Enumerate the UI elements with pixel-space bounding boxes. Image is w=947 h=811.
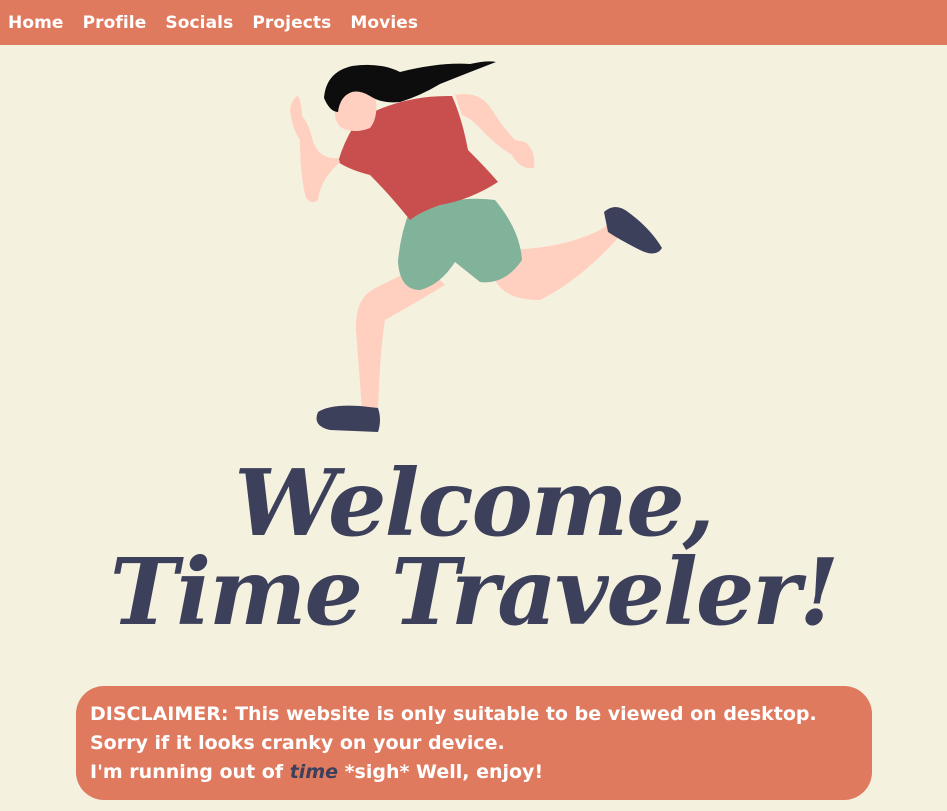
top-navbar: Home Profile Socials Projects Movies (0, 0, 947, 45)
page-title-line2: Time Traveler! (109, 538, 840, 646)
nav-link-profile[interactable]: Profile (75, 13, 158, 33)
disclaimer-line3: I'm running out of time *sigh* Well, enj… (90, 758, 858, 787)
back-shoe (604, 207, 662, 254)
disclaimer-line3-before: I'm running out of (90, 761, 290, 783)
nav-link-socials[interactable]: Socials (157, 13, 244, 33)
nav-link-home[interactable]: Home (0, 13, 75, 33)
disclaimer-line1: DISCLAIMER: This website is only suitabl… (90, 703, 817, 725)
running-woman-illustration (290, 61, 662, 432)
disclaimer-line3-after: *sigh* Well, enjoy! (338, 761, 544, 783)
front-leg (355, 265, 445, 410)
nav-link-projects[interactable]: Projects (244, 13, 342, 33)
disclaimer-line2: Sorry if it looks cranky on your device. (90, 732, 505, 754)
front-arm (290, 96, 340, 203)
disclaimer-box: DISCLAIMER: This website is only suitabl… (76, 686, 872, 800)
front-shoe (316, 405, 380, 432)
nav-link-movies[interactable]: Movies (342, 13, 429, 33)
disclaimer-emphasis-time: time (289, 761, 338, 783)
